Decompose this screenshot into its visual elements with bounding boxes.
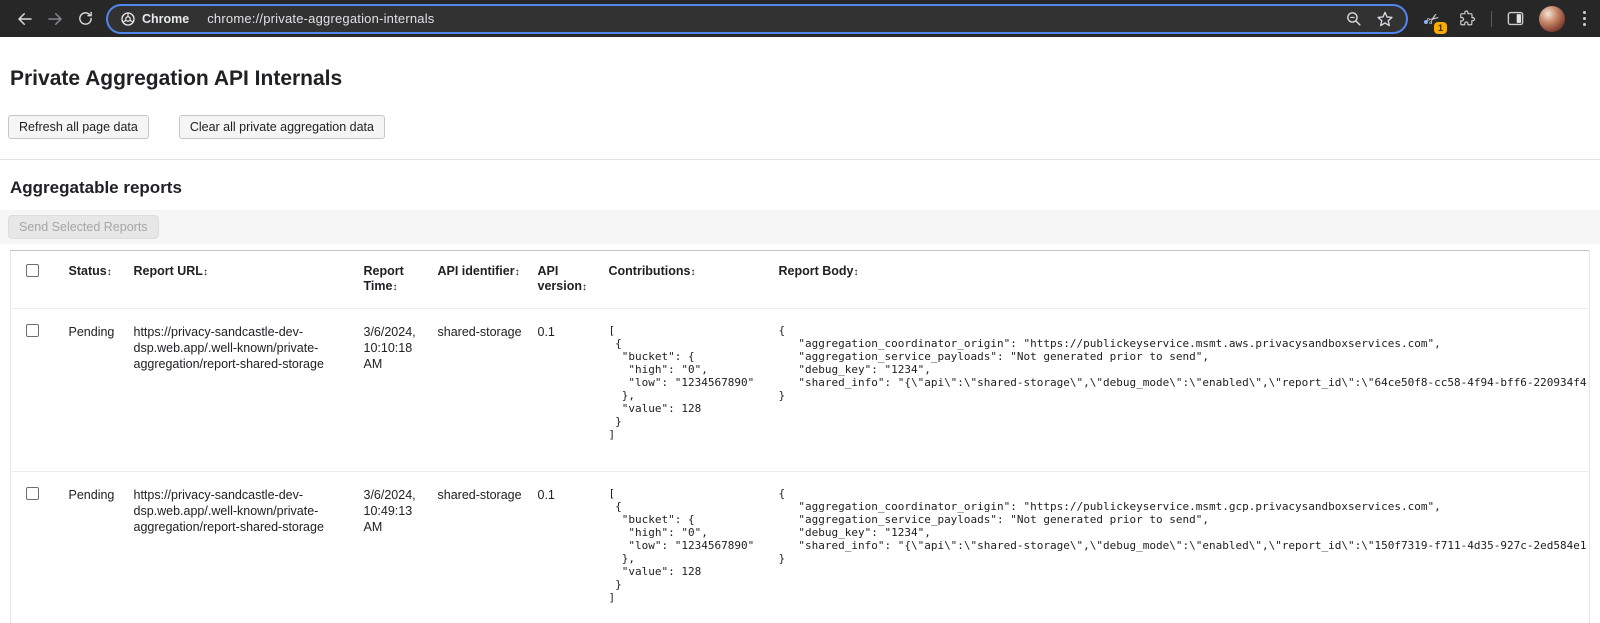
- side-panel-icon[interactable]: [1506, 9, 1525, 28]
- back-button[interactable]: [10, 4, 40, 34]
- cell-contributions: [ { "bucket": { "high": "0", "low": "123…: [609, 309, 779, 472]
- sort-icon: ↕: [515, 267, 519, 278]
- send-selected-reports-button[interactable]: Send Selected Reports: [8, 215, 159, 239]
- profile-avatar[interactable]: [1539, 6, 1565, 32]
- browser-toolbar: Chrome chrome://private-aggregation-inte…: [0, 0, 1600, 37]
- page-title: Private Aggregation API Internals: [10, 67, 1600, 91]
- header-api-version[interactable]: API version↕: [538, 251, 609, 309]
- cell-api-version: 0.1: [538, 309, 609, 472]
- scissors-extension-button[interactable]: ✂ 1: [1422, 7, 1444, 31]
- toolbar-separator: [1491, 11, 1492, 27]
- header-report-url[interactable]: Report URL↕: [134, 251, 364, 309]
- section-title: Aggregatable reports: [10, 178, 1600, 198]
- cell-report-time: 3/6/2024, 10:10:18 AM: [364, 309, 438, 472]
- cell-status: Pending: [69, 309, 134, 472]
- report-row: Pending https://privacy-sandcastle-dev-d…: [11, 309, 1590, 472]
- report-row: Pending https://privacy-sandcastle-dev-d…: [11, 472, 1590, 623]
- site-chip: Chrome: [120, 11, 189, 27]
- url-bar[interactable]: Chrome chrome://private-aggregation-inte…: [106, 4, 1408, 34]
- contributions-json: [ { "bucket": { "high": "0", "low": "123…: [609, 324, 771, 441]
- section-divider: [0, 159, 1600, 160]
- contributions-json: [ { "bucket": { "high": "0", "low": "123…: [609, 487, 771, 604]
- row-checkbox[interactable]: [26, 487, 39, 500]
- zoom-icon[interactable]: [1345, 10, 1362, 27]
- refresh-all-button[interactable]: Refresh all page data: [8, 115, 149, 139]
- clear-all-button[interactable]: Clear all private aggregation data: [179, 115, 385, 139]
- sort-icon: ↕: [582, 282, 586, 293]
- cell-api-version: 0.1: [538, 472, 609, 623]
- cell-status: Pending: [69, 472, 134, 623]
- reload-button[interactable]: [70, 4, 100, 34]
- header-api-identifier[interactable]: API identifier↕: [438, 251, 538, 309]
- cell-report-url: https://privacy-sandcastle-dev-dsp.web.a…: [134, 309, 364, 472]
- sort-icon: ↕: [107, 267, 111, 278]
- cell-contributions: [ { "bucket": { "high": "0", "low": "123…: [609, 472, 779, 623]
- header-report-body[interactable]: Report Body↕: [779, 251, 1590, 309]
- table-actions-bar: Send Selected Reports: [0, 210, 1600, 244]
- sort-icon: ↕: [392, 282, 396, 293]
- report-body-json: { "aggregation_coordinator_origin": "htt…: [779, 324, 1582, 402]
- extensions-puzzle-icon[interactable]: [1458, 9, 1477, 28]
- row-checkbox[interactable]: [26, 324, 39, 337]
- cell-report-body: { "aggregation_coordinator_origin": "htt…: [779, 472, 1590, 623]
- cell-report-body: { "aggregation_coordinator_origin": "htt…: [779, 309, 1590, 472]
- forward-button[interactable]: [40, 4, 70, 34]
- sort-icon: ↕: [690, 267, 694, 278]
- bookmark-star-icon[interactable]: [1376, 10, 1394, 28]
- cell-api-identifier: shared-storage: [438, 472, 538, 623]
- select-all-checkbox[interactable]: [26, 264, 39, 277]
- report-body-json: { "aggregation_coordinator_origin": "htt…: [779, 487, 1582, 565]
- header-status[interactable]: Status↕: [69, 251, 134, 309]
- forward-arrow-icon: [46, 10, 64, 28]
- header-contributions[interactable]: Contributions↕: [609, 251, 779, 309]
- table-header-row: Status↕ Report URL↕ Report Time↕ API ide…: [11, 251, 1590, 309]
- extension-badge: 1: [1434, 22, 1447, 34]
- cell-report-url: https://privacy-sandcastle-dev-dsp.web.a…: [134, 472, 364, 623]
- header-report-time[interactable]: Report Time↕: [364, 251, 438, 309]
- back-arrow-icon: [16, 10, 34, 28]
- aggregatable-reports-table: Status↕ Report URL↕ Report Time↕ API ide…: [10, 250, 1590, 623]
- site-chip-label: Chrome: [142, 12, 189, 26]
- sort-icon: ↕: [854, 267, 858, 278]
- reload-icon: [77, 10, 94, 27]
- url-text[interactable]: chrome://private-aggregation-internals: [207, 11, 1345, 26]
- cell-report-time: 3/6/2024, 10:49:13 AM: [364, 472, 438, 623]
- browser-menu-icon[interactable]: [1579, 11, 1590, 26]
- cell-api-identifier: shared-storage: [438, 309, 538, 472]
- chrome-logo-icon: [120, 11, 136, 27]
- page-content: Private Aggregation API Internals Refres…: [0, 37, 1600, 623]
- scissors-blue-dot: [1424, 20, 1428, 24]
- sort-icon: ↕: [203, 267, 207, 278]
